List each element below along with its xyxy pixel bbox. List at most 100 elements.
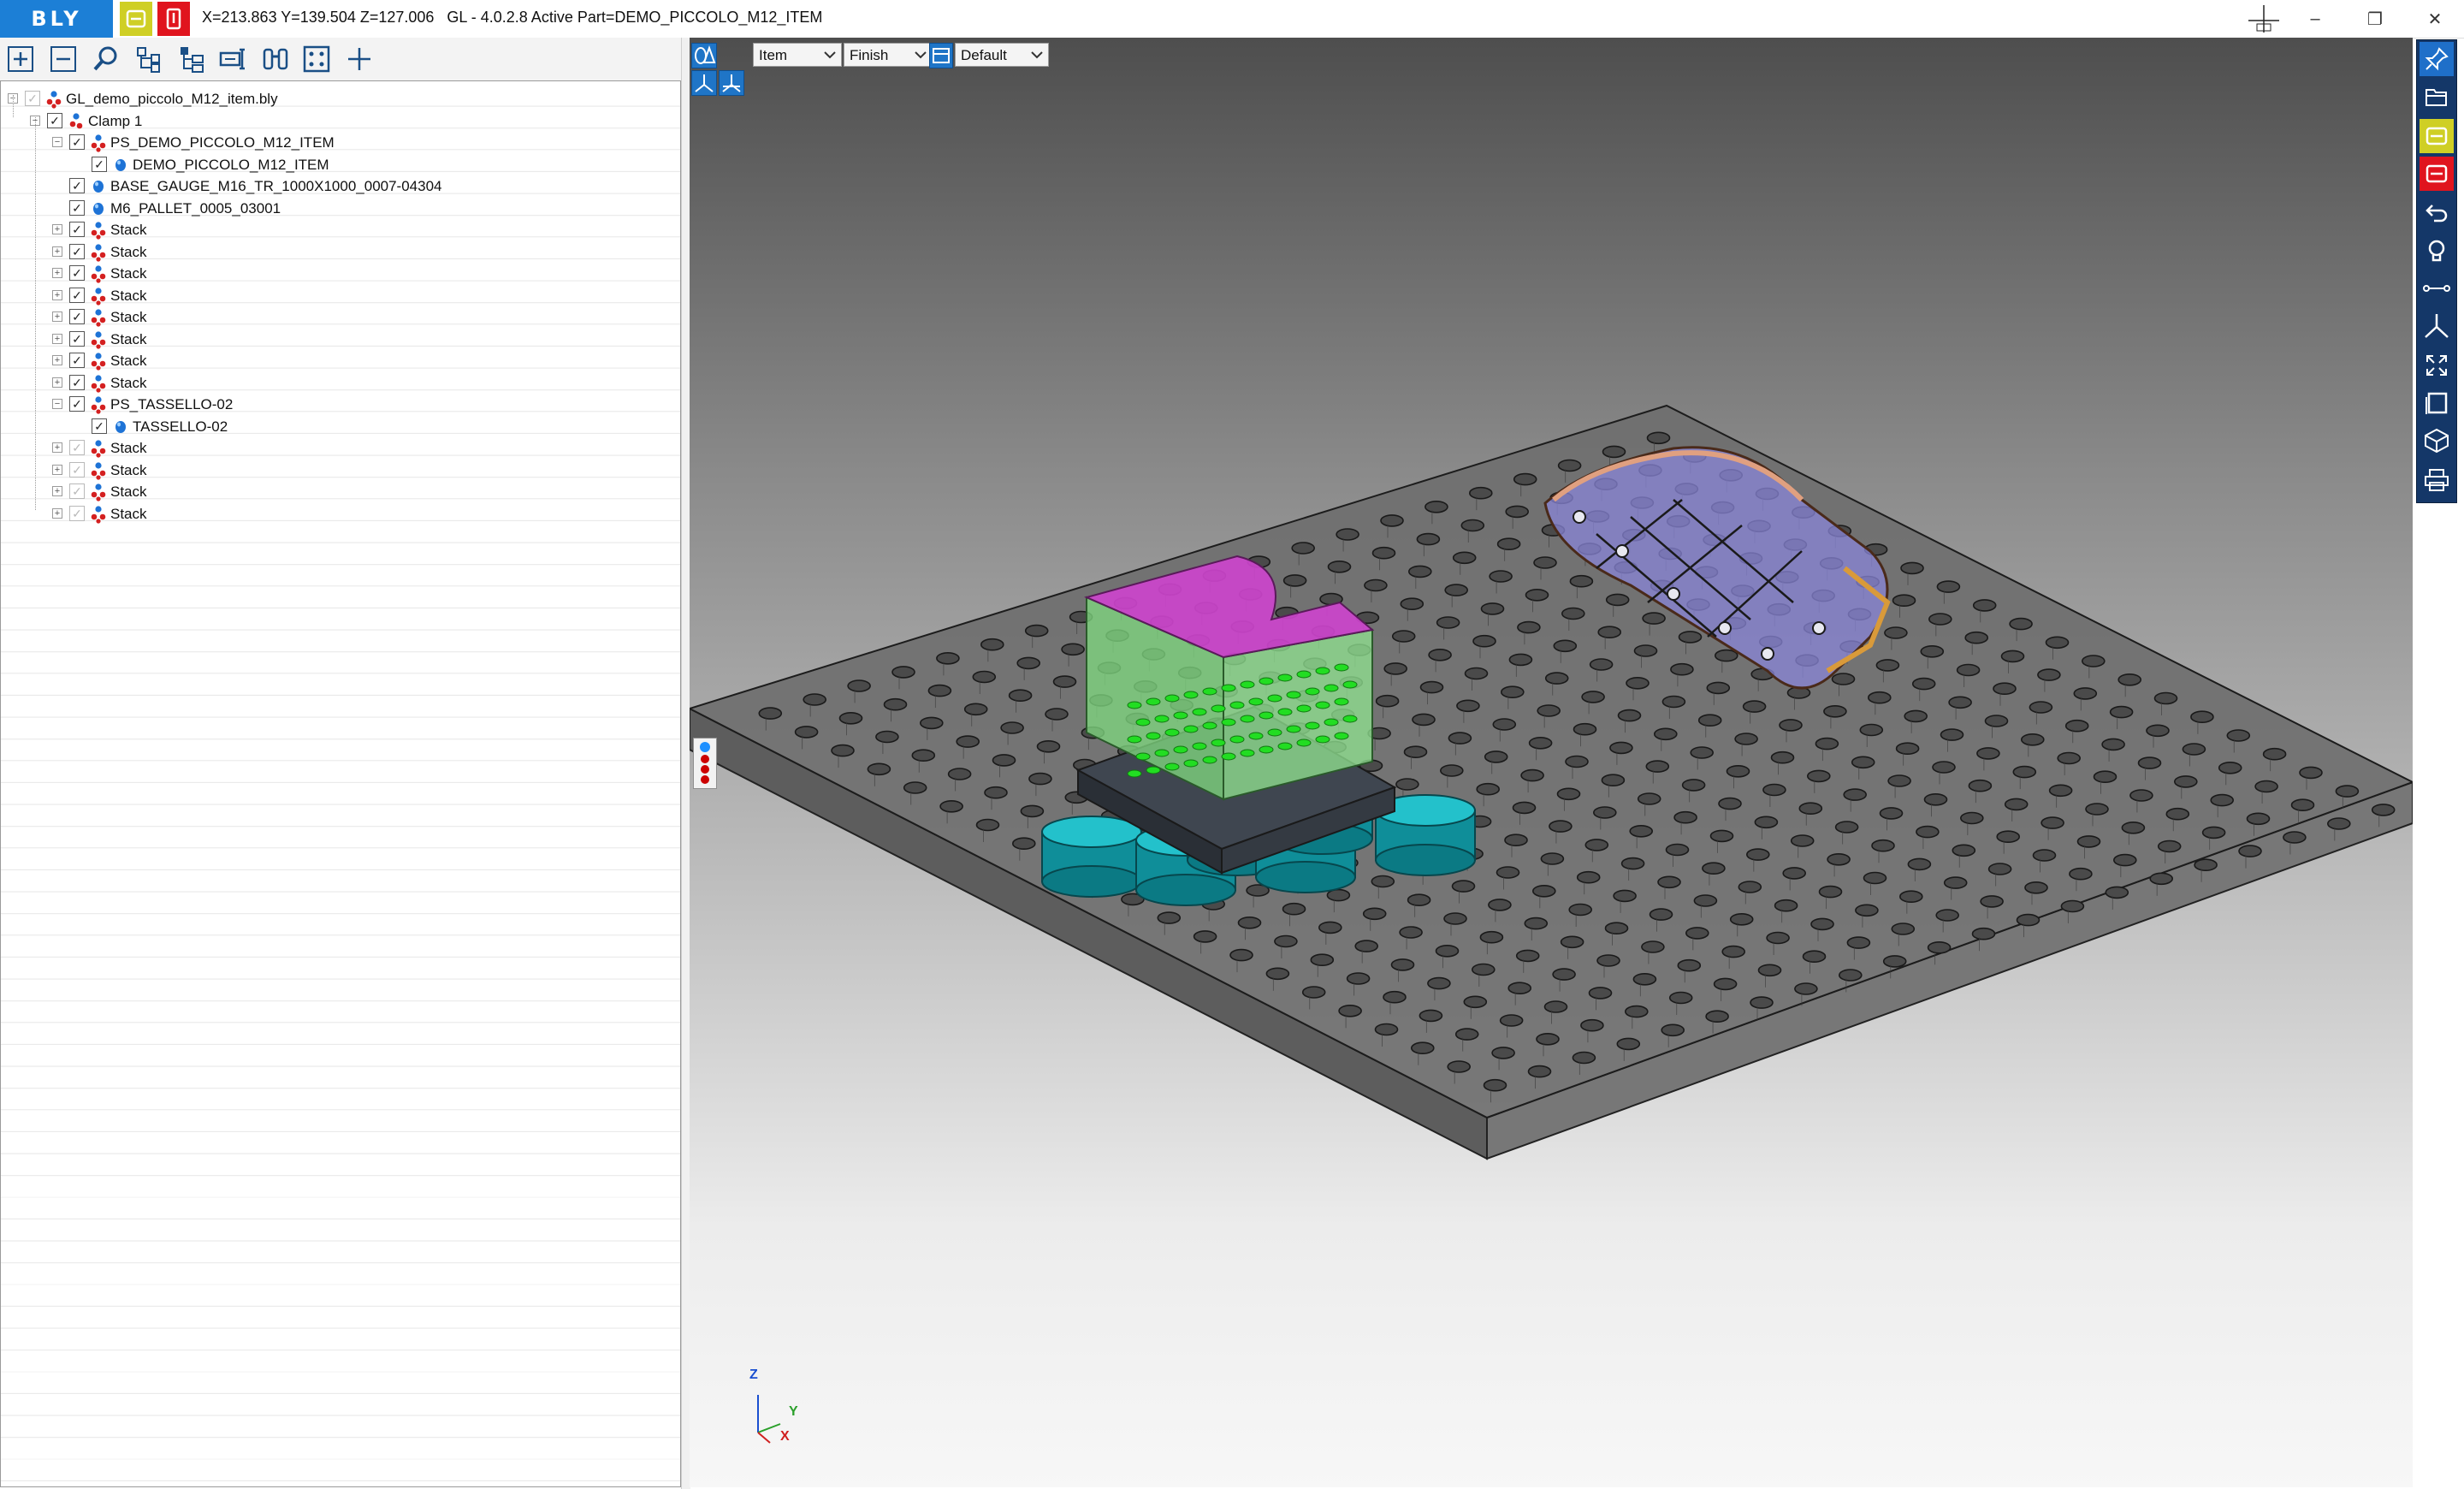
tree-item[interactable]: − ✓ Clamp 1 <box>1 110 677 132</box>
visibility-checkbox[interactable]: ✓ <box>69 287 85 303</box>
measure-button[interactable] <box>2420 271 2454 306</box>
layer-button[interactable] <box>929 43 953 68</box>
undo-button[interactable] <box>2420 196 2454 230</box>
visibility-checkbox[interactable]: ✓ <box>69 134 85 150</box>
green-pin <box>1334 732 1349 740</box>
maximize-button[interactable]: ❐ <box>2346 0 2404 38</box>
tree-item[interactable]: ✓ BASE_GAUGE_M16_TR_1000X1000_0007-04304 <box>1 175 677 197</box>
search-button[interactable] <box>89 43 123 75</box>
expand-node-button[interactable]: + <box>52 311 62 322</box>
expand-all-button[interactable] <box>3 43 38 75</box>
expand-node-button[interactable]: + <box>52 355 62 365</box>
move-tool-button[interactable] <box>217 43 252 75</box>
fit-selection-button[interactable] <box>299 43 334 75</box>
axis-view-button[interactable] <box>2420 309 2454 343</box>
app-logo[interactable]: BLY <box>0 0 113 38</box>
pallet-hole <box>1580 1018 1604 1032</box>
view-axis-button[interactable] <box>691 70 717 96</box>
tree-item[interactable]: + ✓ Stack <box>1 263 677 284</box>
add-button[interactable] <box>342 43 376 75</box>
visibility-checkbox[interactable]: ✓ <box>69 374 85 390</box>
view-axis-alt-button[interactable] <box>719 70 744 96</box>
expand-node-button[interactable]: + <box>52 333 62 344</box>
pallet-hole <box>2009 617 2033 631</box>
tree-item[interactable]: + ✓ Stack <box>1 437 677 459</box>
expand-node-button[interactable]: + <box>52 486 62 496</box>
view-preset-dropdown[interactable]: Default <box>955 43 1049 67</box>
visibility-checkbox[interactable]: ✓ <box>69 461 85 478</box>
visibility-checkbox[interactable]: ✓ <box>69 353 85 368</box>
tree-item[interactable]: − ✓ PS_DEMO_PICCOLO_M12_ITEM <box>1 132 677 153</box>
binoculars-button[interactable] <box>258 43 293 75</box>
tree-item[interactable]: + ✓ Stack <box>1 503 677 525</box>
pallet-hole <box>2118 673 2141 686</box>
visibility-checkbox[interactable]: ✓ <box>69 265 85 281</box>
light-button[interactable] <box>2420 234 2454 268</box>
minimize-button[interactable]: – <box>2286 0 2344 38</box>
pallet-hole <box>1581 691 1605 703</box>
pallet-hole <box>2040 816 2064 829</box>
close-button[interactable]: ✕ <box>2406 0 2464 38</box>
collapse-node-button[interactable]: − <box>52 137 62 147</box>
collapse-all-button[interactable] <box>46 43 80 75</box>
shading-toggle-button[interactable] <box>691 43 717 68</box>
3d-viewport[interactable]: Item Finish Default Z Y X <box>690 38 2413 1487</box>
expand-node-button[interactable]: + <box>52 464 62 475</box>
expand-node-button[interactable]: + <box>52 289 62 300</box>
tree-branch-button[interactable] <box>175 43 209 75</box>
model-tree-panel[interactable]: − ✓ GL_demo_piccolo_M12_item.bly − ✓ Clamp 1−… <box>0 80 681 1487</box>
visibility-checkbox[interactable]: ✓ <box>25 91 40 106</box>
hierarchy-button[interactable] <box>132 43 166 75</box>
tree-item[interactable]: + ✓ Stack <box>1 350 677 371</box>
visibility-checkbox[interactable]: ✓ <box>69 178 85 193</box>
tree-item[interactable]: + ✓ Stack <box>1 306 677 328</box>
red-save-button[interactable] <box>2420 157 2454 191</box>
render-mode-dropdown[interactable]: Finish <box>844 43 933 67</box>
visibility-checkbox[interactable]: ✓ <box>69 222 85 237</box>
visibility-checkbox[interactable]: ✓ <box>69 440 85 455</box>
open-folder-button[interactable] <box>2420 80 2454 114</box>
quick-save-yellow-button[interactable] <box>120 2 152 36</box>
visibility-checkbox[interactable]: ✓ <box>69 309 85 324</box>
visibility-checkbox[interactable]: ✓ <box>92 418 107 434</box>
tree-item[interactable]: ✓ TASSELLO-02 <box>1 416 677 437</box>
quick-save-red-button[interactable] <box>157 2 190 36</box>
tree-item[interactable]: + ✓ Stack <box>1 219 677 240</box>
tree-item[interactable]: + ✓ Stack <box>1 241 677 263</box>
tree-item[interactable]: ✓ M6_PALLET_0005_03001 <box>1 198 677 219</box>
tree-item[interactable]: + ✓ Stack <box>1 460 677 481</box>
tree-item[interactable]: + ✓ Stack <box>1 285 677 306</box>
single-view-button[interactable] <box>2420 386 2454 420</box>
expand-node-button[interactable]: + <box>52 507 62 519</box>
expand-node-button[interactable]: + <box>52 442 62 453</box>
cube-view-button[interactable] <box>2420 424 2454 458</box>
collapse-node-button[interactable]: − <box>52 399 62 409</box>
visibility-checkbox[interactable]: ✓ <box>69 330 85 347</box>
expand-node-button[interactable]: + <box>52 377 62 388</box>
visibility-checkbox[interactable]: ✓ <box>69 243 85 259</box>
tree-item[interactable]: − ✓ GL_demo_piccolo_M12_item.bly <box>1 88 677 110</box>
visibility-checkbox[interactable]: ✓ <box>92 156 107 172</box>
pin-button[interactable] <box>2420 42 2454 76</box>
tree-item[interactable]: + ✓ Stack <box>1 372 677 394</box>
visibility-checkbox[interactable]: ✓ <box>69 199 85 216</box>
select-filter-dropdown[interactable]: Item <box>753 43 842 67</box>
pallet-hole <box>1517 620 1541 634</box>
visibility-checkbox[interactable]: ✓ <box>47 112 62 128</box>
pallet-hole <box>1346 972 1371 985</box>
expand-node-button[interactable]: + <box>52 268 62 278</box>
visibility-checkbox[interactable]: ✓ <box>69 483 85 499</box>
print-button[interactable] <box>2420 463 2454 497</box>
tree-item-label: Stack <box>110 330 147 347</box>
fit-view-button[interactable] <box>2420 348 2454 383</box>
yellow-save-button[interactable] <box>2420 119 2454 153</box>
visibility-checkbox[interactable]: ✓ <box>69 396 85 412</box>
expand-node-button[interactable]: + <box>52 224 62 234</box>
expand-node-button[interactable]: + <box>52 246 62 257</box>
sequence-handle[interactable] <box>693 738 717 789</box>
visibility-checkbox[interactable]: ✓ <box>69 505 85 521</box>
tree-item[interactable]: + ✓ Stack <box>1 481 677 502</box>
tree-item[interactable]: + ✓ Stack <box>1 329 677 350</box>
tree-item[interactable]: − ✓ PS_TASSELLO-02 <box>1 394 677 415</box>
tree-item[interactable]: ✓ DEMO_PICCOLO_M12_ITEM <box>1 154 677 175</box>
